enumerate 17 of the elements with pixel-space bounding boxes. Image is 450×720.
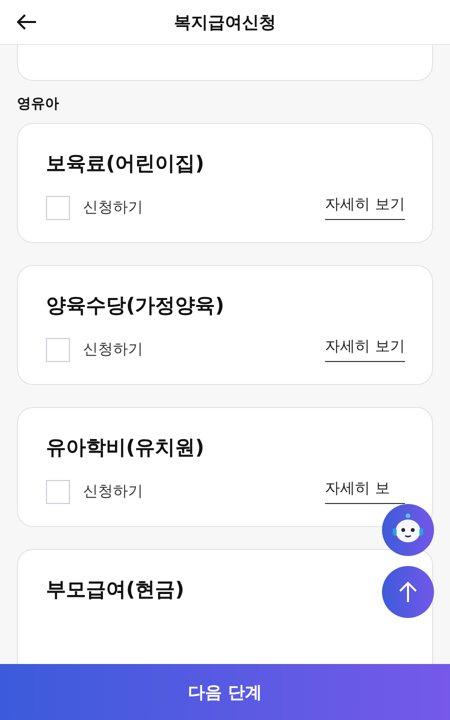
- card-title: 부모급여(현금): [46, 576, 186, 603]
- card-title: 양육수당(가정양육): [46, 292, 226, 319]
- details-link[interactable]: 자세히 보기: [325, 195, 405, 220]
- next-step-button[interactable]: 다음 단계: [0, 664, 450, 720]
- checkbox-label: 신청하기: [83, 340, 143, 359]
- checkbox[interactable]: [46, 196, 70, 220]
- checkbox[interactable]: [46, 338, 70, 362]
- back-icon[interactable]: [17, 14, 37, 30]
- section-title: 영유아: [17, 95, 60, 113]
- details-link[interactable]: 자세히 보: [325, 479, 405, 504]
- checkbox[interactable]: [46, 480, 70, 504]
- page-title: 복지급여신청: [174, 12, 276, 34]
- details-link[interactable]: 자세히 보기: [325, 337, 405, 362]
- checkbox-label: 신청하기: [83, 198, 143, 217]
- card-title: 유아학비(유치원): [46, 434, 206, 461]
- checkbox-label: 신청하기: [83, 482, 143, 501]
- card-title: 보육료(어린이집): [46, 150, 206, 177]
